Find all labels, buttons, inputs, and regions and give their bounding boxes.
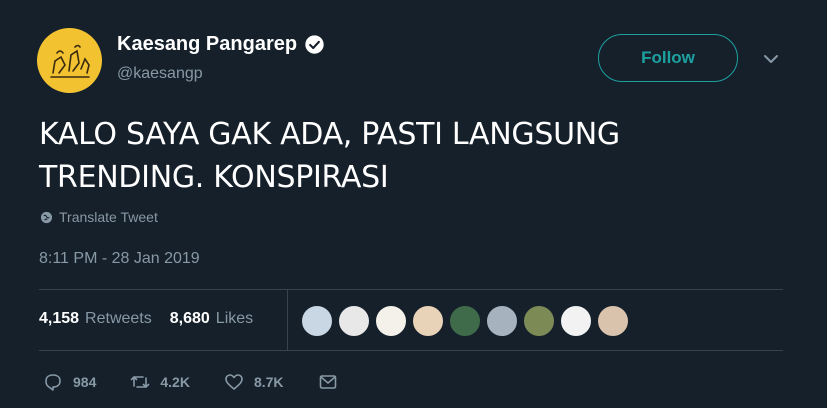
retweet-action[interactable]: 4.2K — [130, 372, 190, 392]
globe-icon — [40, 211, 53, 223]
liker-avatar[interactable] — [523, 305, 555, 337]
likes-label[interactable]: Likes — [216, 310, 253, 328]
tweet-text: KALO SAYA GAK ADA, PASTI LANGSUNG TRENDI… — [39, 113, 759, 199]
translate-tweet-link[interactable]: Translate Tweet — [40, 209, 158, 225]
retweets-count[interactable]: 4,158 — [39, 310, 79, 328]
liker-avatar[interactable] — [375, 305, 407, 337]
retweets-label[interactable]: Retweets — [85, 310, 152, 328]
verified-badge-icon — [305, 35, 324, 54]
liker-avatar[interactable] — [486, 305, 518, 337]
chevron-down-icon[interactable] — [762, 52, 780, 66]
engagement-stats: 4,158 Retweets 8,680 Likes — [39, 310, 265, 328]
follow-button[interactable]: Follow — [598, 34, 738, 82]
retweet-count: 4.2K — [160, 374, 190, 390]
like-action[interactable]: 8.7K — [224, 372, 284, 392]
retweet-icon — [131, 376, 150, 388]
reply-action[interactable]: 984 — [43, 372, 96, 392]
divider — [39, 289, 783, 290]
liker-avatar[interactable] — [412, 305, 444, 337]
liker-avatars — [301, 305, 629, 337]
likes-count[interactable]: 8,680 — [170, 310, 210, 328]
direct-message-icon — [319, 375, 336, 389]
author-handle[interactable]: @kaesangp — [117, 65, 203, 83]
tweet-text-line: TRENDING. KONSPIRASI — [39, 160, 389, 195]
like-heart-icon — [225, 374, 243, 390]
liker-avatar[interactable] — [560, 305, 592, 337]
translate-label[interactable]: Translate Tweet — [59, 209, 158, 225]
reply-icon — [45, 374, 61, 391]
liker-avatar[interactable] — [449, 305, 481, 337]
like-count: 8.7K — [253, 374, 284, 390]
stats-separator — [287, 290, 288, 350]
divider — [39, 350, 783, 351]
reply-count: 984 — [73, 374, 97, 390]
author-name-row: Kaesang Pangarep — [117, 33, 325, 56]
tweet-timestamp[interactable]: 8:11 PM - 28 Jan 2019 — [39, 250, 200, 268]
liker-avatar[interactable] — [597, 305, 629, 337]
direct-message-action[interactable] — [318, 372, 338, 392]
tweet-actions: 984 4.2K 8.7K — [43, 372, 372, 392]
author-avatar[interactable] — [37, 28, 102, 93]
liker-avatar[interactable] — [301, 305, 333, 337]
author-display-name[interactable]: Kaesang Pangarep — [117, 33, 297, 56]
avatar-drawing-icon — [49, 44, 90, 78]
liker-avatar[interactable] — [338, 305, 370, 337]
tweet-text-line: KALO SAYA GAK ADA, PASTI LANGSUNG — [39, 117, 620, 152]
